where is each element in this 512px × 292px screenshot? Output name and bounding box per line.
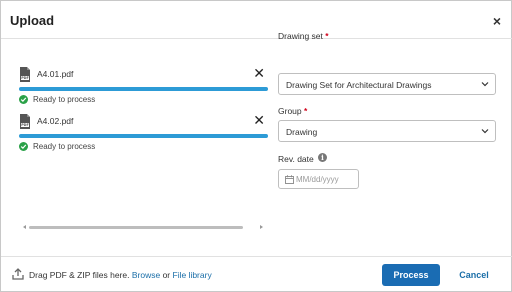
pdf-file-icon: PDF bbox=[20, 114, 30, 129]
header-divider bbox=[1, 38, 512, 39]
upload-progress-bar bbox=[19, 134, 268, 138]
rev-date-label: Rev. date bbox=[278, 154, 314, 164]
process-button[interactable]: Process bbox=[382, 264, 440, 286]
group-label: Group * bbox=[278, 106, 307, 116]
upload-dialog: Upload × PDF A4.01.pdf ✕ Ready to proces… bbox=[0, 0, 512, 292]
file-list-scrollbar[interactable] bbox=[23, 225, 263, 231]
file-library-link[interactable]: File library bbox=[173, 270, 212, 280]
remove-file-icon[interactable]: ✕ bbox=[253, 113, 265, 127]
file-status-text: Ready to process bbox=[33, 95, 96, 104]
drawing-set-select[interactable]: Drawing Set for Architectural Drawings bbox=[278, 73, 496, 95]
svg-text:PDF: PDF bbox=[21, 76, 29, 80]
file-status-text: Ready to process bbox=[33, 142, 96, 151]
group-label-text: Group bbox=[278, 106, 302, 116]
file-name: A4.01.pdf bbox=[37, 69, 74, 79]
drawing-set-label-text: Drawing set bbox=[278, 31, 323, 41]
rev-date-placeholder: MM/dd/yyyy bbox=[296, 175, 339, 184]
remove-file-icon[interactable]: ✕ bbox=[253, 66, 265, 80]
pdf-file-icon: PDF bbox=[20, 67, 30, 82]
chevron-down-icon bbox=[481, 129, 489, 134]
scroll-left-arrow-icon[interactable] bbox=[23, 225, 26, 229]
group-select[interactable]: Drawing bbox=[278, 120, 496, 142]
drop-zone-text: Drag PDF & ZIP files here. Browse or Fil… bbox=[29, 270, 212, 280]
footer-divider bbox=[1, 256, 512, 257]
check-circle-icon bbox=[19, 95, 28, 104]
scroll-right-arrow-icon[interactable] bbox=[260, 225, 263, 229]
upload-progress-bar bbox=[19, 87, 268, 91]
file-name: A4.02.pdf bbox=[37, 116, 74, 126]
file-item: PDF A4.01.pdf ✕ Ready to process bbox=[19, 66, 269, 104]
browse-link[interactable]: Browse bbox=[132, 270, 160, 280]
calendar-icon bbox=[285, 175, 294, 184]
check-circle-icon bbox=[19, 142, 28, 151]
drawing-set-label: Drawing set * bbox=[278, 31, 329, 41]
group-value: Drawing bbox=[286, 127, 318, 137]
required-mark: * bbox=[304, 106, 308, 116]
scrollbar-thumb[interactable] bbox=[29, 226, 243, 229]
required-mark: * bbox=[325, 31, 329, 41]
chevron-down-icon bbox=[481, 82, 489, 87]
cancel-button[interactable]: Cancel bbox=[451, 264, 497, 286]
or-text: or bbox=[162, 270, 171, 280]
dialog-title: Upload bbox=[10, 13, 55, 28]
file-item: PDF A4.02.pdf ✕ Ready to process bbox=[19, 113, 269, 151]
rev-date-input[interactable]: MM/dd/yyyy bbox=[278, 169, 359, 189]
info-icon[interactable]: i bbox=[318, 153, 327, 162]
drawing-set-value: Drawing Set for Architectural Drawings bbox=[286, 80, 432, 90]
svg-text:PDF: PDF bbox=[21, 123, 29, 127]
upload-icon bbox=[12, 268, 24, 280]
close-icon[interactable]: × bbox=[493, 14, 501, 28]
drop-instructions: Drag PDF & ZIP files here. bbox=[29, 270, 130, 280]
